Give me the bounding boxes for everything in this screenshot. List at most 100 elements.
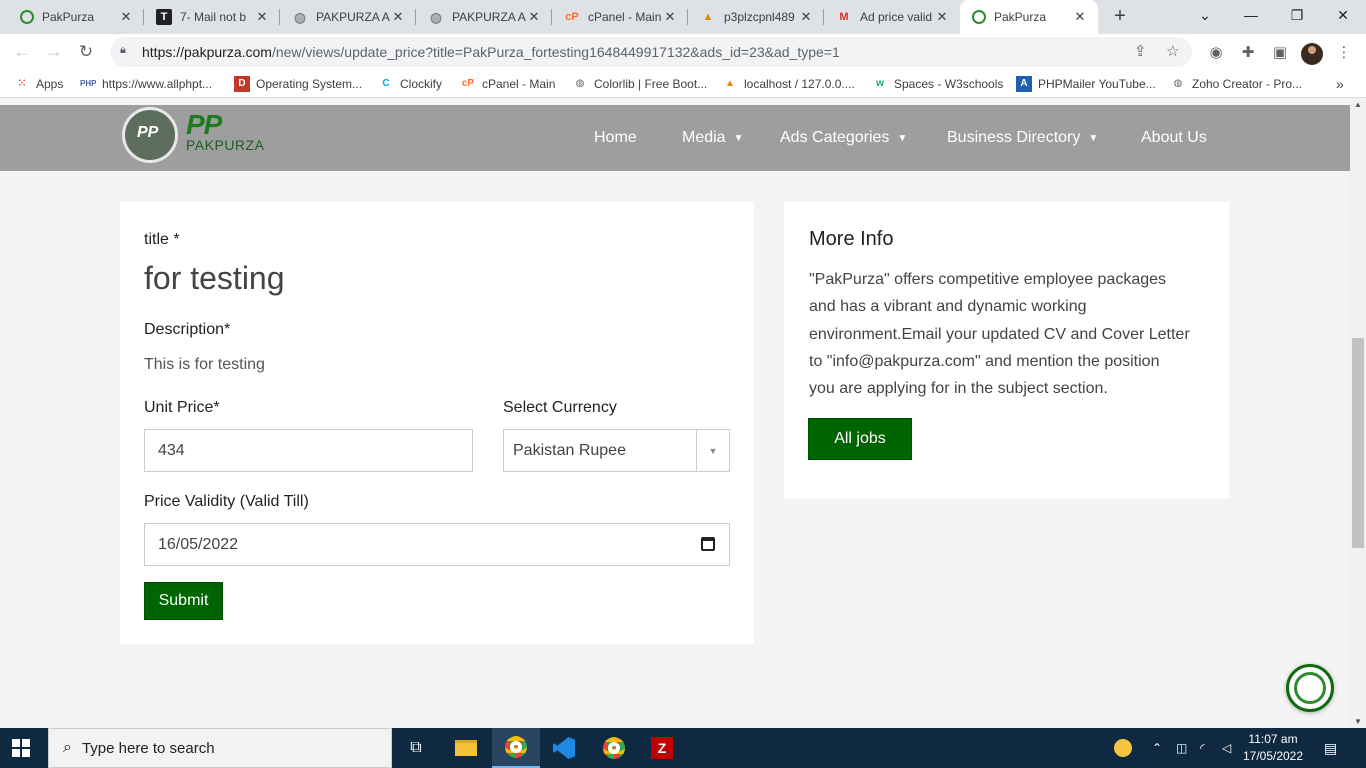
bookmark-apps[interactable]: ⁙ Apps — [14, 76, 64, 92]
submit-label: Submit — [158, 592, 209, 609]
tray-chevron-up-icon[interactable]: ⌃ — [1152, 728, 1162, 768]
tab-gmail[interactable]: M Ad price valid ✕ — [824, 0, 960, 34]
description-value: This is for testing — [144, 356, 265, 373]
bookmark-cpanel[interactable]: cP cPanel - Main — [460, 76, 556, 92]
bookmark-label: Operating System... — [256, 77, 363, 91]
bookmark-w3schools[interactable]: w Spaces - W3schools — [872, 76, 1003, 92]
nav-home[interactable]: Home — [594, 105, 637, 171]
pakpurza-logo[interactable]: PP PAKPURZA — [120, 105, 270, 165]
cpanel-icon: cP — [565, 11, 579, 23]
tab-cpanel[interactable]: cP cPanel - Main ✕ — [552, 0, 688, 34]
taskbar-clock[interactable]: 11:07 am 17/05/2022 — [1238, 731, 1308, 765]
close-icon[interactable]: ✕ — [526, 9, 542, 25]
bookmark-operating-system[interactable]: D Operating System... — [234, 76, 362, 92]
bookmark-localhost[interactable]: ▲ localhost / 127.0.0.... — [722, 76, 855, 92]
bookmark-label: Colorlib | Free Boot... — [594, 77, 708, 91]
close-icon[interactable]: ✕ — [390, 9, 406, 25]
reload-icon[interactable]: ↻ — [74, 40, 98, 64]
chrome-taskbar-icon-2[interactable] — [590, 728, 638, 768]
file-explorer-icon[interactable] — [442, 728, 490, 768]
maximize-button[interactable]: ❐ — [1274, 0, 1320, 30]
bookmark-clockify[interactable]: C Clockify — [378, 76, 442, 92]
bookmark-label: Spaces - W3schools — [894, 77, 1004, 91]
calendar-icon[interactable] — [701, 537, 715, 551]
nav-business-directory[interactable]: Business Directory ▼ — [947, 105, 1098, 171]
close-icon[interactable]: ✕ — [118, 9, 134, 25]
pakpurza-icon — [972, 10, 986, 24]
tab-pakpurza-admin-2[interactable]: ◍ PAKPURZA A ✕ — [416, 0, 552, 34]
tab-pakpurza-active[interactable]: PakPurza ✕ — [960, 0, 1098, 34]
chevron-down-icon: ▼ — [1088, 132, 1099, 144]
tab-title: PAKPURZA A — [452, 10, 526, 24]
close-icon[interactable]: ✕ — [662, 9, 678, 25]
price-validity-value: 16/05/2022 — [158, 535, 239, 553]
nav-about-us[interactable]: About Us — [1141, 105, 1207, 171]
bookmark-zoho[interactable]: ◍ Zoho Creator - Pro... — [1170, 76, 1302, 92]
notifications-icon[interactable]: ▤ — [1324, 728, 1337, 768]
page-scrollbar[interactable]: ▲ ▼ — [1350, 98, 1366, 728]
tab-search-chevron-icon[interactable]: ⌄ — [1182, 0, 1228, 30]
volume-icon[interactable]: ◁ — [1222, 728, 1231, 768]
side-panel-icon[interactable]: ▣ — [1270, 43, 1290, 63]
url-text[interactable]: https://pakpurza.com/new/views/update_pr… — [142, 44, 840, 60]
scroll-up-arrow-icon[interactable]: ▲ — [1350, 100, 1366, 109]
new-tab-button[interactable]: + — [1108, 5, 1132, 29]
bookmark-phpmailer[interactable]: A PHPMailer YouTube... — [1016, 76, 1156, 92]
tab-pakpurza[interactable]: PakPurza ✕ — [8, 0, 144, 34]
windows-start-icon[interactable] — [12, 739, 30, 757]
extensions-puzzle-icon[interactable]: ✚ — [1238, 43, 1258, 63]
chrome-taskbar-icon[interactable] — [492, 728, 540, 768]
tab-phpmyadmin[interactable]: ▲ p3plzcpnl489 ✕ — [688, 0, 824, 34]
unit-price-label: Unit Price* — [144, 399, 220, 416]
weather-icon[interactable] — [1114, 728, 1132, 768]
info-line: you are applying for in the subject sect… — [809, 380, 1108, 398]
network-icon[interactable]: ◜ — [1200, 728, 1205, 768]
share-icon[interactable]: ⇪ — [1134, 42, 1147, 60]
info-line: to "info@pakpurza.com" and mention the p… — [809, 352, 1160, 370]
close-icon[interactable]: ✕ — [798, 9, 814, 25]
price-validity-label: Price Validity (Valid Till) — [144, 493, 309, 510]
price-validity-date-input[interactable]: 16/05/2022 — [144, 523, 730, 566]
meet-now-icon[interactable]: ◫ — [1176, 728, 1187, 768]
address-bar[interactable]: 🔒︎ https://pakpurza.com/new/views/update… — [110, 37, 1192, 67]
bookmark-star-icon[interactable]: ☆ — [1166, 42, 1179, 60]
menu-kebab-icon[interactable]: ⋮ — [1334, 43, 1354, 63]
close-window-button[interactable]: ✕ — [1320, 0, 1366, 30]
nav-media[interactable]: Media ▼ — [682, 105, 743, 171]
clock-date: 17/05/2022 — [1242, 749, 1304, 763]
profile-avatar[interactable] — [1301, 43, 1323, 65]
close-icon[interactable]: ✕ — [1072, 9, 1088, 25]
chat-widget-button[interactable] — [1286, 664, 1334, 712]
back-arrow-icon[interactable]: ← — [10, 40, 34, 64]
forward-arrow-icon[interactable]: → — [42, 40, 66, 64]
scrollbar-thumb[interactable] — [1352, 338, 1364, 548]
taskbar-search-box[interactable]: ⌕ Type here to search — [48, 728, 392, 768]
close-icon[interactable]: ✕ — [254, 9, 270, 25]
bookmark-label: https://www.allphpt... — [102, 77, 213, 91]
bookmark-colorlib[interactable]: ◍ Colorlib | Free Boot... — [572, 76, 708, 92]
filezilla-icon[interactable]: Z — [638, 728, 686, 768]
extension-globe-icon[interactable]: ◉ — [1206, 43, 1226, 63]
nav-ads-categories[interactable]: Ads Categories ▼ — [780, 105, 907, 171]
bookmark-allphp[interactable]: PHP https://www.allphpt... — [80, 76, 212, 92]
scroll-down-arrow-icon[interactable]: ▼ — [1350, 717, 1366, 726]
task-view-icon[interactable]: ⧉ — [392, 728, 440, 768]
all-jobs-button[interactable]: All jobs — [808, 418, 912, 460]
currency-selected-value: Pakistan Rupee — [513, 441, 626, 459]
search-placeholder: Type here to search — [81, 739, 215, 757]
bookmark-label: cPanel - Main — [482, 77, 556, 91]
tab-pakpurza-admin-1[interactable]: ◍ PAKPURZA A ✕ — [280, 0, 416, 34]
dropdown-arrow-icon[interactable]: ▼ — [696, 430, 729, 471]
bookmarks-overflow-icon[interactable]: » — [1336, 76, 1344, 92]
apps-grid-icon: ⁙ — [17, 78, 27, 89]
more-info-text: "PakPurza" offers competitive employee p… — [809, 266, 1219, 402]
currency-select[interactable]: Pakistan Rupee ▼ — [503, 429, 730, 472]
vscode-icon[interactable] — [540, 728, 588, 768]
minimize-button[interactable]: — — [1228, 0, 1274, 30]
submit-button[interactable]: Submit — [144, 582, 223, 620]
url-domain: https://pakpurza.com — [142, 44, 272, 60]
tab-title: 7- Mail not b — [180, 10, 247, 24]
close-icon[interactable]: ✕ — [934, 9, 950, 25]
unit-price-input[interactable]: 434 — [144, 429, 473, 472]
tab-mail-not[interactable]: T 7- Mail not b ✕ — [144, 0, 280, 34]
